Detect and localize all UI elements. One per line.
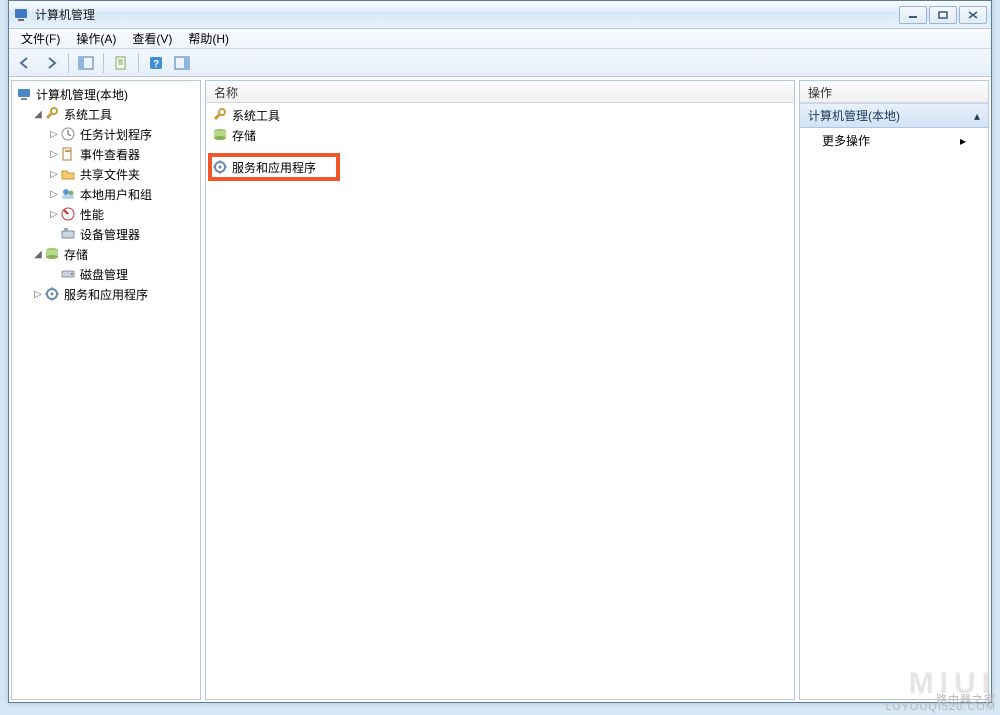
- forward-button[interactable]: [39, 52, 63, 74]
- tools-icon: [44, 106, 60, 122]
- arrow-right-icon: [44, 56, 58, 70]
- app-icon: [13, 7, 29, 23]
- menubar: 文件(F) 操作(A) 查看(V) 帮助(H): [9, 29, 991, 49]
- show-action-pane-button[interactable]: [170, 52, 194, 74]
- arrow-left-icon: [18, 56, 32, 70]
- tree-event-viewer[interactable]: ▷ 事件查看器: [12, 144, 200, 164]
- toolbar-separator: [103, 53, 104, 73]
- menu-file[interactable]: 文件(F): [13, 28, 68, 49]
- list-item-label: 存储: [232, 127, 256, 144]
- tree-task-scheduler[interactable]: ▷ 任务计划程序: [12, 124, 200, 144]
- tree-label: 事件查看器: [80, 146, 140, 163]
- panel-icon: [78, 56, 94, 70]
- collapse-icon[interactable]: ◢: [32, 109, 44, 120]
- help-button[interactable]: ?: [144, 52, 168, 74]
- performance-icon: [60, 206, 76, 222]
- tree-label: 服务和应用程序: [64, 286, 148, 303]
- toolbar: ?: [9, 49, 991, 77]
- toolbar-separator: [68, 53, 69, 73]
- expand-icon[interactable]: ▷: [48, 189, 60, 200]
- tree-system-tools[interactable]: ◢ 系统工具: [12, 104, 200, 124]
- expand-icon[interactable]: ▷: [32, 289, 44, 300]
- action-group-header[interactable]: 计算机管理(本地) ▴: [800, 103, 988, 128]
- tree-local-users[interactable]: ▷ 本地用户和组: [12, 184, 200, 204]
- list-item-label: 服务和应用程序: [232, 159, 316, 176]
- storage-icon: [212, 127, 228, 143]
- help-icon: ?: [149, 56, 163, 70]
- disk-icon: [60, 266, 76, 282]
- maximize-icon: [938, 11, 948, 19]
- tree-pane: 计算机管理(本地) ◢ 系统工具 ▷ 任务计划程序 ▷ 事件查看器: [11, 80, 201, 700]
- back-button[interactable]: [13, 52, 37, 74]
- tree-label: 任务计划程序: [80, 126, 152, 143]
- maximize-button[interactable]: [929, 6, 957, 24]
- properties-icon: [114, 56, 128, 70]
- minimize-icon: [908, 11, 918, 19]
- panel-right-icon: [174, 56, 190, 70]
- toolbar-separator: [138, 53, 139, 73]
- tree-label: 设备管理器: [80, 226, 140, 243]
- actions-header: 操作: [800, 81, 988, 103]
- event-icon: [60, 146, 76, 162]
- action-more-label: 更多操作: [822, 132, 870, 149]
- action-more[interactable]: 更多操作 ▸: [800, 128, 988, 153]
- tree-storage[interactable]: ◢ 存储: [12, 244, 200, 264]
- tree-performance[interactable]: ▷ 性能: [12, 204, 200, 224]
- collapse-icon[interactable]: ◢: [32, 249, 44, 260]
- expand-icon[interactable]: ▷: [48, 209, 60, 220]
- titlebar: 计算机管理: [9, 1, 991, 29]
- tree-services-apps[interactable]: ▷ 服务和应用程序: [12, 284, 200, 304]
- expand-icon[interactable]: ▷: [48, 149, 60, 160]
- list-header-name[interactable]: 名称: [206, 81, 794, 103]
- tree-label: 共享文件夹: [80, 166, 140, 183]
- menu-help[interactable]: 帮助(H): [180, 28, 237, 49]
- services-icon: [212, 159, 228, 175]
- chevron-up-icon: ▴: [974, 109, 980, 123]
- expand-icon[interactable]: ▷: [48, 169, 60, 180]
- users-icon: [60, 186, 76, 202]
- expand-icon[interactable]: ▷: [48, 129, 60, 140]
- show-hide-tree-button[interactable]: [74, 52, 98, 74]
- clock-icon: [60, 126, 76, 142]
- tools-icon: [212, 107, 228, 123]
- storage-icon: [44, 246, 60, 262]
- content-area: 计算机管理(本地) ◢ 系统工具 ▷ 任务计划程序 ▷ 事件查看器: [9, 77, 991, 702]
- folder-shared-icon: [60, 166, 76, 182]
- console-tree[interactable]: 计算机管理(本地) ◢ 系统工具 ▷ 任务计划程序 ▷ 事件查看器: [12, 81, 200, 699]
- minimize-button[interactable]: [899, 6, 927, 24]
- tree-device-manager[interactable]: 设备管理器: [12, 224, 200, 244]
- close-icon: [968, 11, 978, 19]
- tree-shared-folders[interactable]: ▷ 共享文件夹: [12, 164, 200, 184]
- app-window: 计算机管理 文件(F) 操作(A) 查看(V) 帮助(H): [8, 0, 992, 703]
- window-title: 计算机管理: [35, 6, 897, 23]
- actions-body: 计算机管理(本地) ▴ 更多操作 ▸: [800, 103, 988, 699]
- tree-label: 计算机管理(本地): [36, 86, 128, 103]
- tree-label: 本地用户和组: [80, 186, 152, 203]
- list-item-label: 系统工具: [232, 107, 280, 124]
- device-icon: [60, 226, 76, 242]
- tree-root[interactable]: 计算机管理(本地): [12, 84, 200, 104]
- action-group-label: 计算机管理(本地): [808, 107, 900, 124]
- list-item-storage[interactable]: 存储: [206, 125, 794, 145]
- actions-pane: 操作 计算机管理(本地) ▴ 更多操作 ▸: [799, 80, 989, 700]
- services-icon: [44, 286, 60, 302]
- tree-label: 系统工具: [64, 106, 112, 123]
- tree-label: 性能: [80, 206, 104, 223]
- close-button[interactable]: [959, 6, 987, 24]
- list-item-system-tools[interactable]: 系统工具: [206, 105, 794, 125]
- properties-button[interactable]: [109, 52, 133, 74]
- list-item-services-apps[interactable]: 服务和应用程序: [206, 157, 794, 177]
- svg-text:?: ?: [153, 59, 159, 70]
- menu-view[interactable]: 查看(V): [124, 28, 180, 49]
- menu-action[interactable]: 操作(A): [68, 28, 124, 49]
- tree-label: 存储: [64, 246, 88, 263]
- list-pane: 名称 系统工具 存储 服务和应用程序: [205, 80, 795, 700]
- result-list[interactable]: 系统工具 存储 服务和应用程序: [206, 103, 794, 699]
- chevron-right-icon: ▸: [960, 134, 966, 148]
- tree-label: 磁盘管理: [80, 266, 128, 283]
- computer-icon: [16, 86, 32, 102]
- tree-disk-management[interactable]: 磁盘管理: [12, 264, 200, 284]
